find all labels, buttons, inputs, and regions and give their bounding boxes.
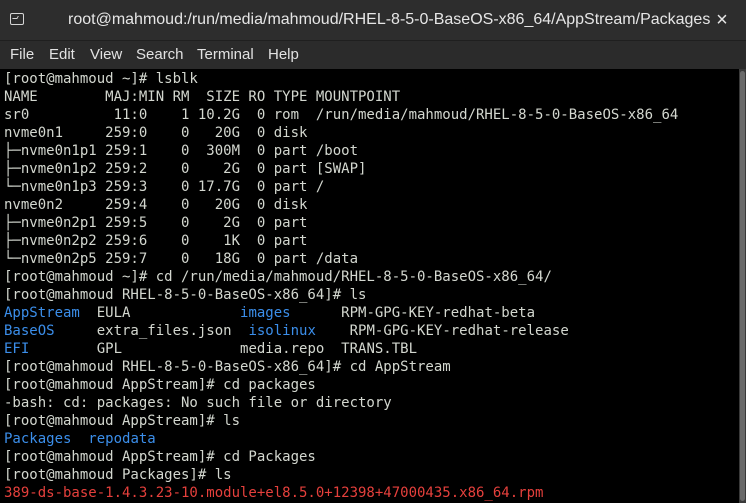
terminal-text: [root@mahmoud AppStream]# cd packages <box>4 377 316 393</box>
directory-name: BaseOS <box>4 323 55 339</box>
menu-view[interactable]: View <box>90 46 122 63</box>
terminal-line: 389-ds-base-1.4.3.23-10.module+el8.5.0+1… <box>4 484 678 502</box>
terminal-line: └─nvme0n1p3 259:3 0 17.7G 0 part / <box>4 178 678 196</box>
terminal-text: [root@mahmoud ~]# cd /run/media/mahmoud/… <box>4 269 552 285</box>
terminal-text: [root@mahmoud RHEL-8-5-0-BaseOS-x86_64]#… <box>4 359 451 375</box>
terminal-lines: [root@mahmoud ~]# lsblk NAME MAJ:MIN RM S… <box>4 70 678 502</box>
close-icon[interactable]: × <box>712 9 732 31</box>
terminal-text: -bash: cd: packages: No such file or dir… <box>4 395 392 411</box>
menu-terminal[interactable]: Terminal <box>197 46 254 63</box>
window-title: root@mahmoud:/run/media/mahmoud/RHEL-8-5… <box>68 11 711 28</box>
menu-file[interactable]: File <box>10 46 34 63</box>
terminal-text: [root@mahmoud AppStream]# cd Packages <box>4 449 316 465</box>
terminal-line: [root@mahmoud AppStream]# cd packages <box>4 376 678 394</box>
menu-search[interactable]: Search <box>136 46 184 63</box>
terminal-line: [root@mahmoud AppStream]# cd Packages <box>4 448 678 466</box>
terminal-text: extra_files.json <box>54 323 249 339</box>
directory-name: repodata <box>88 431 156 447</box>
terminal-text: └─nvme0n2p5 259:7 0 18G 0 part /data <box>4 251 359 267</box>
terminal-text: ├─nvme0n2p1 259:5 0 2G 0 part <box>4 215 308 231</box>
terminal-text: └─nvme0n1p3 259:3 0 17.7G 0 part / <box>4 179 325 195</box>
terminal-window: root@mahmoud:/run/media/mahmoud/RHEL-8-5… <box>0 0 746 503</box>
terminal-line: Packages repodata <box>4 430 678 448</box>
terminal-line: [root@mahmoud RHEL-8-5-0-BaseOS-x86_64]#… <box>4 286 678 304</box>
scrollbar-thumb[interactable] <box>740 71 745 501</box>
terminal-output[interactable]: [root@mahmoud ~]# lsblk NAME MAJ:MIN RM S… <box>0 69 739 503</box>
terminal-text: [root@mahmoud RHEL-8-5-0-BaseOS-x86_64]#… <box>4 287 367 303</box>
terminal-text: GPL media.repo TRANS.TBL <box>29 341 418 357</box>
menu-help[interactable]: Help <box>268 46 299 63</box>
terminal-text: [root@mahmoud ~]# lsblk <box>4 71 198 87</box>
terminal-line: [root@mahmoud ~]# lsblk <box>4 70 678 88</box>
terminal-text: [root@mahmoud Packages]# ls <box>4 467 232 483</box>
terminal-line: BaseOS extra_files.json isolinux RPM-GPG… <box>4 322 678 340</box>
terminal-line: nvme0n2 259:4 0 20G 0 disk <box>4 196 678 214</box>
directory-name: EFI <box>4 341 30 357</box>
terminal-line: sr0 11:0 1 10.2G 0 rom /run/media/mahmou… <box>4 106 678 124</box>
terminal-line: EFI GPL media.repo TRANS.TBL <box>4 340 678 358</box>
terminal-line: nvme0n1 259:0 0 20G 0 disk <box>4 124 678 142</box>
terminal-line: [root@mahmoud RHEL-8-5-0-BaseOS-x86_64]#… <box>4 358 678 376</box>
terminal-text: sr0 11:0 1 10.2G 0 rom /run/media/mahmou… <box>4 107 679 123</box>
terminal-text: ├─nvme0n2p2 259:6 0 1K 0 part <box>4 233 308 249</box>
directory-name: Packages <box>4 431 72 447</box>
terminal-line: [root@mahmoud Packages]# ls <box>4 466 678 484</box>
package-file-name: 389-ds-base-1.4.3.23-10.module+el8.5.0+1… <box>4 485 544 501</box>
terminal-text: NAME MAJ:MIN RM SIZE RO TYPE MOUNTPOINT <box>4 89 401 105</box>
terminal-text: EULA <box>79 305 241 321</box>
scrollbar[interactable] <box>739 69 746 503</box>
terminal-line: [root@mahmoud ~]# cd /run/media/mahmoud/… <box>4 268 678 286</box>
title-bar[interactable]: root@mahmoud:/run/media/mahmoud/RHEL-8-5… <box>0 0 746 41</box>
terminal-line: ├─nvme0n1p1 259:1 0 300M 0 part /boot <box>4 142 678 160</box>
terminal-line: └─nvme0n2p5 259:7 0 18G 0 part /data <box>4 250 678 268</box>
terminal-text: ├─nvme0n1p2 259:2 0 2G 0 part [SWAP] <box>4 161 367 177</box>
directory-name: images <box>240 305 291 321</box>
terminal-line: ├─nvme0n2p1 259:5 0 2G 0 part <box>4 214 678 232</box>
terminal-text: RPM-GPG-KEY-redhat-beta <box>290 305 536 321</box>
terminal-line: -bash: cd: packages: No such file or dir… <box>4 394 678 412</box>
terminal-line: AppStream EULA images RPM-GPG-KEY-redhat… <box>4 304 678 322</box>
menu-edit[interactable]: Edit <box>49 46 75 63</box>
terminal-text: [root@mahmoud AppStream]# ls <box>4 413 241 429</box>
menu-bar: File Edit View Search Terminal Help <box>0 41 746 69</box>
terminal-line: [root@mahmoud AppStream]# ls <box>4 412 678 430</box>
terminal-app-icon <box>10 13 24 25</box>
terminal-text: ├─nvme0n1p1 259:1 0 300M 0 part /boot <box>4 143 359 159</box>
terminal-text: nvme0n1 259:0 0 20G 0 disk <box>4 125 308 141</box>
terminal-line: NAME MAJ:MIN RM SIZE RO TYPE MOUNTPOINT <box>4 88 678 106</box>
directory-name: AppStream <box>4 305 80 321</box>
directory-name: isolinux <box>248 323 316 339</box>
terminal-text: RPM-GPG-KEY-redhat-release <box>315 323 569 339</box>
terminal-line: ├─nvme0n2p2 259:6 0 1K 0 part <box>4 232 678 250</box>
terminal-line: ├─nvme0n1p2 259:2 0 2G 0 part [SWAP] <box>4 160 678 178</box>
terminal-text: nvme0n2 259:4 0 20G 0 disk <box>4 197 308 213</box>
